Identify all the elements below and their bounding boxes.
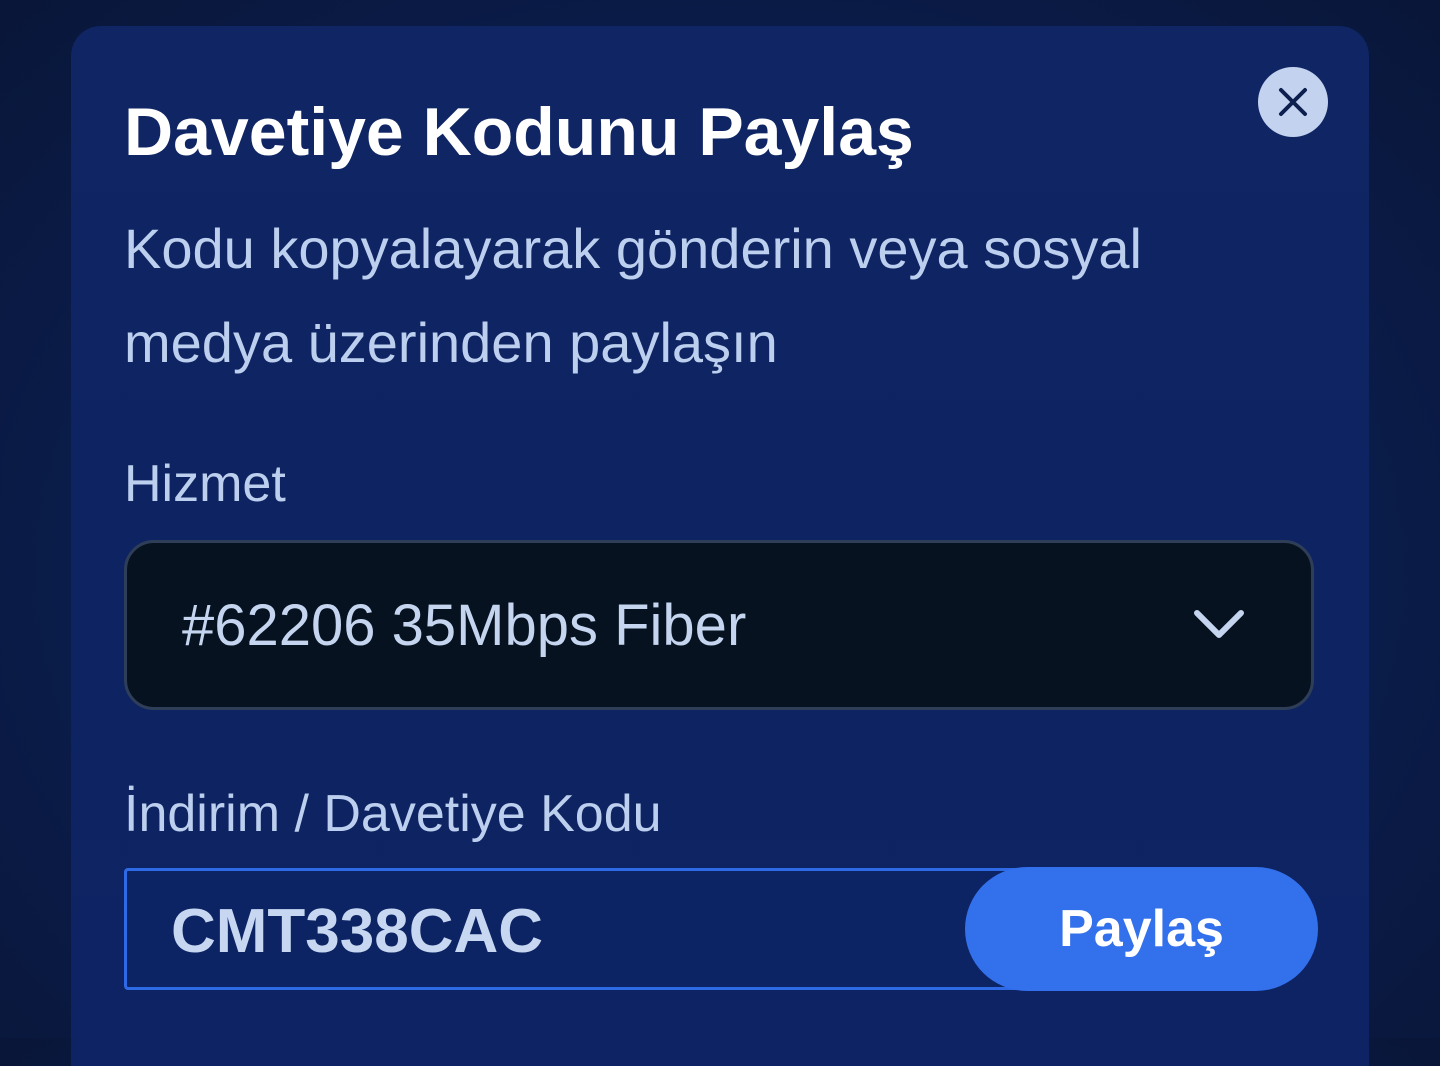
code-input[interactable] bbox=[171, 889, 931, 973]
code-input-group: Paylaş bbox=[124, 867, 1318, 991]
service-select[interactable]: #62206 35Mbps Fiber bbox=[124, 540, 1314, 710]
modal-title: Davetiye Kodunu Paylaş bbox=[124, 94, 914, 170]
close-button[interactable] bbox=[1258, 67, 1328, 137]
share-button[interactable]: Paylaş bbox=[965, 867, 1318, 991]
close-icon bbox=[1279, 88, 1307, 116]
chevron-down-icon bbox=[1194, 610, 1244, 638]
share-invite-modal: Davetiye Kodunu Paylaş Kodu kopyalayarak… bbox=[71, 26, 1369, 1066]
service-selected-value: #62206 35Mbps Fiber bbox=[182, 593, 747, 658]
modal-subtitle: Kodu kopyalayarak gönderin veya sosyal m… bbox=[124, 217, 1142, 374]
service-label: Hizmet bbox=[124, 455, 286, 513]
code-label: İndirim / Davetiye Kodu bbox=[124, 785, 662, 843]
